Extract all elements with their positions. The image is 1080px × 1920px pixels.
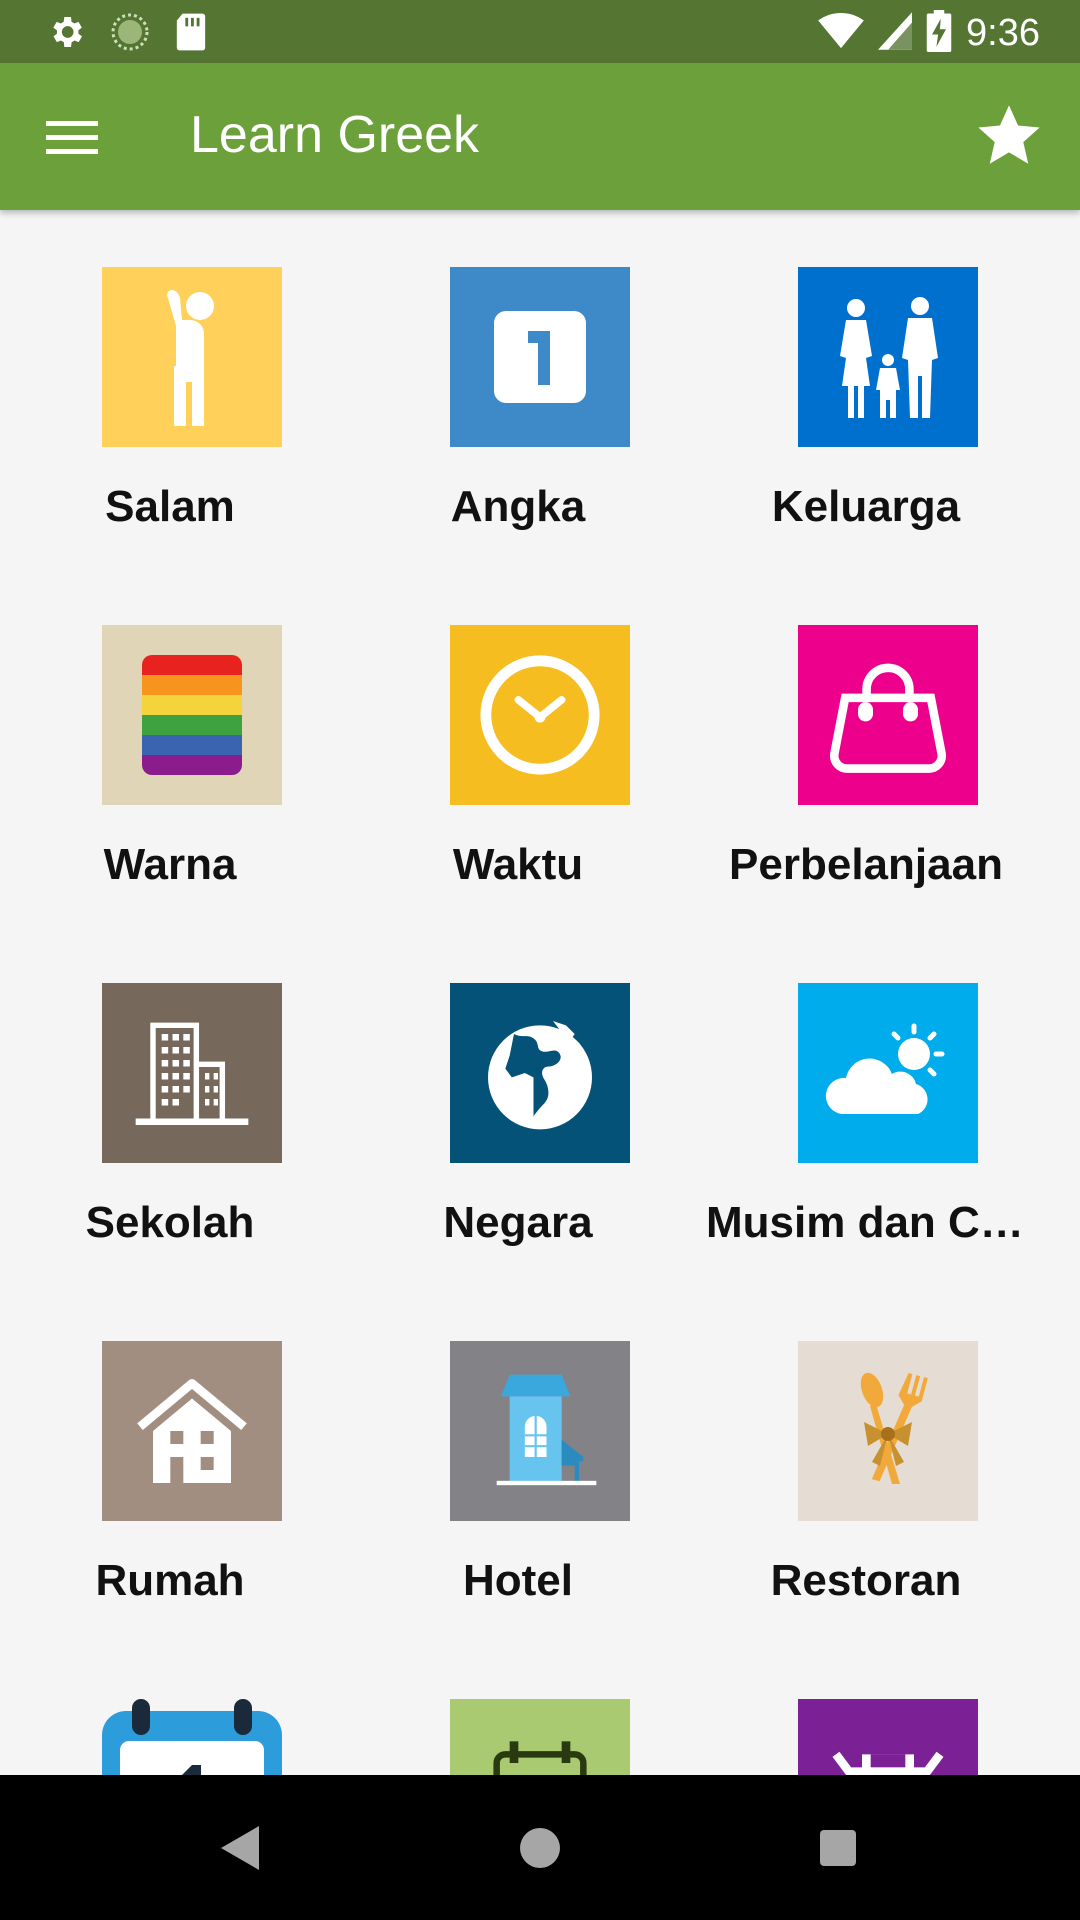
category-grid: Salam Angka Keluarga Warna Waktu Perbela… <box>0 210 1080 1775</box>
category-tile-warna[interactable]: Warna <box>0 568 340 926</box>
category-tile-musim-dan-cuaca[interactable]: Musim dan Cu… <box>696 926 1036 1284</box>
cutlery-icon <box>798 1341 978 1521</box>
category-label: Hotel <box>463 1556 573 1605</box>
gear-icon <box>46 12 86 57</box>
star-icon[interactable] <box>974 101 1044 171</box>
battery-charging-icon <box>926 10 952 57</box>
shop-icon <box>798 1699 978 1775</box>
category-tile-transport[interactable] <box>348 1642 688 1775</box>
wifi-icon <box>818 12 864 55</box>
category-label: Negara <box>443 1198 593 1247</box>
navigation-bar <box>0 1775 1080 1920</box>
weather-icon <box>798 983 978 1163</box>
buildings-icon <box>102 983 282 1163</box>
transport-icon <box>450 1699 630 1775</box>
category-tile-shop[interactable] <box>696 1642 1036 1775</box>
category-label: Perbelanjaan <box>729 840 1003 889</box>
loading-icon <box>110 12 150 57</box>
recents-icon[interactable] <box>803 1813 873 1883</box>
category-tile-calendar[interactable] <box>0 1642 340 1775</box>
category-tile-perbelanjaan[interactable]: Perbelanjaan <box>696 568 1036 926</box>
category-label: Keluarga <box>771 482 961 531</box>
category-label: Sekolah <box>85 1198 255 1247</box>
category-label: Warna <box>103 840 237 889</box>
status-bar: 9:36 <box>0 0 1080 63</box>
category-label: Restoran <box>770 1556 962 1605</box>
calendar-icon <box>102 1699 282 1775</box>
home-icon[interactable] <box>505 1813 575 1883</box>
clock-time: 9:36 <box>966 12 1040 54</box>
rainbow-icon <box>102 625 282 805</box>
category-label: Musim dan Cu… <box>706 1198 1036 1247</box>
globe-icon <box>450 983 630 1163</box>
category-tile-rumah[interactable]: Rumah <box>0 1284 340 1642</box>
category-tile-angka[interactable]: Angka <box>348 210 688 568</box>
back-icon[interactable] <box>206 1813 276 1883</box>
signal-icon <box>878 12 913 55</box>
category-tile-keluarga[interactable]: Keluarga <box>696 210 1036 568</box>
app-title: Learn Greek <box>190 106 480 164</box>
number-one-icon <box>450 267 630 447</box>
category-label: Rumah <box>95 1556 245 1605</box>
app-bar: Learn Greek <box>0 63 1080 210</box>
house-icon <box>102 1341 282 1521</box>
category-tile-sekolah[interactable]: Sekolah <box>0 926 340 1284</box>
person-waving-icon <box>102 267 282 447</box>
category-label: Angka <box>450 482 586 531</box>
category-tile-negara[interactable]: Negara <box>348 926 688 1284</box>
category-tile-hotel[interactable]: Hotel <box>348 1284 688 1642</box>
hamburger-menu-icon[interactable] <box>40 107 104 167</box>
category-tile-salam[interactable]: Salam <box>0 210 340 568</box>
shopping-bag-icon <box>798 625 978 805</box>
category-tile-waktu[interactable]: Waktu <box>348 568 688 926</box>
family-icon <box>798 267 978 447</box>
category-tile-restoran[interactable]: Restoran <box>696 1284 1036 1642</box>
hotel-icon <box>450 1341 630 1521</box>
category-label: Waktu <box>452 840 584 889</box>
sd-card-icon <box>174 12 208 57</box>
category-label: Salam <box>105 482 235 531</box>
clock-icon <box>450 625 630 805</box>
